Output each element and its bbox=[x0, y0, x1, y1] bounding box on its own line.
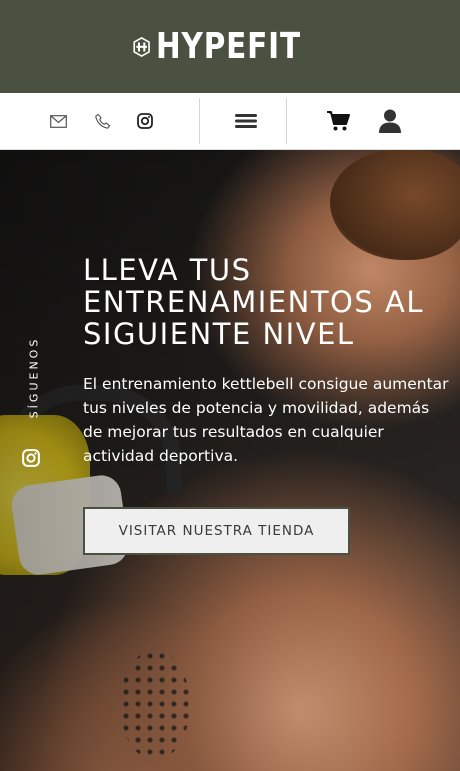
nav-divider bbox=[286, 98, 287, 144]
menu-icon[interactable] bbox=[231, 93, 261, 149]
instagram-icon[interactable] bbox=[133, 93, 157, 149]
brand-name: HYPEFIT bbox=[156, 26, 302, 67]
top-header: HYPEFIT bbox=[0, 0, 460, 93]
mail-icon[interactable] bbox=[46, 93, 70, 149]
nav-bar bbox=[0, 93, 460, 150]
brand-logo[interactable]: HYPEFIT bbox=[133, 22, 333, 72]
follow-us: SÍGUENOS bbox=[22, 335, 46, 425]
hero-title: LLEVA TUS ENTRENAMIENTOS AL SIGUIENTE NI… bbox=[83, 253, 424, 351]
follow-label: SÍGUENOS bbox=[27, 336, 41, 419]
logo-mark-icon bbox=[133, 37, 150, 57]
instagram-icon[interactable] bbox=[22, 449, 40, 467]
hero-section: LLEVA TUS ENTRENAMIENTOS AL SIGUIENTE NI… bbox=[0, 150, 460, 771]
phone-icon[interactable] bbox=[90, 93, 114, 149]
shop-button[interactable]: VISITAR NUESTRA TIENDA bbox=[83, 507, 350, 555]
hero-description: El entrenamiento kettlebell consigue aum… bbox=[83, 375, 449, 465]
cart-icon[interactable] bbox=[325, 93, 353, 149]
nav-divider bbox=[199, 98, 200, 144]
user-icon[interactable] bbox=[376, 93, 404, 149]
